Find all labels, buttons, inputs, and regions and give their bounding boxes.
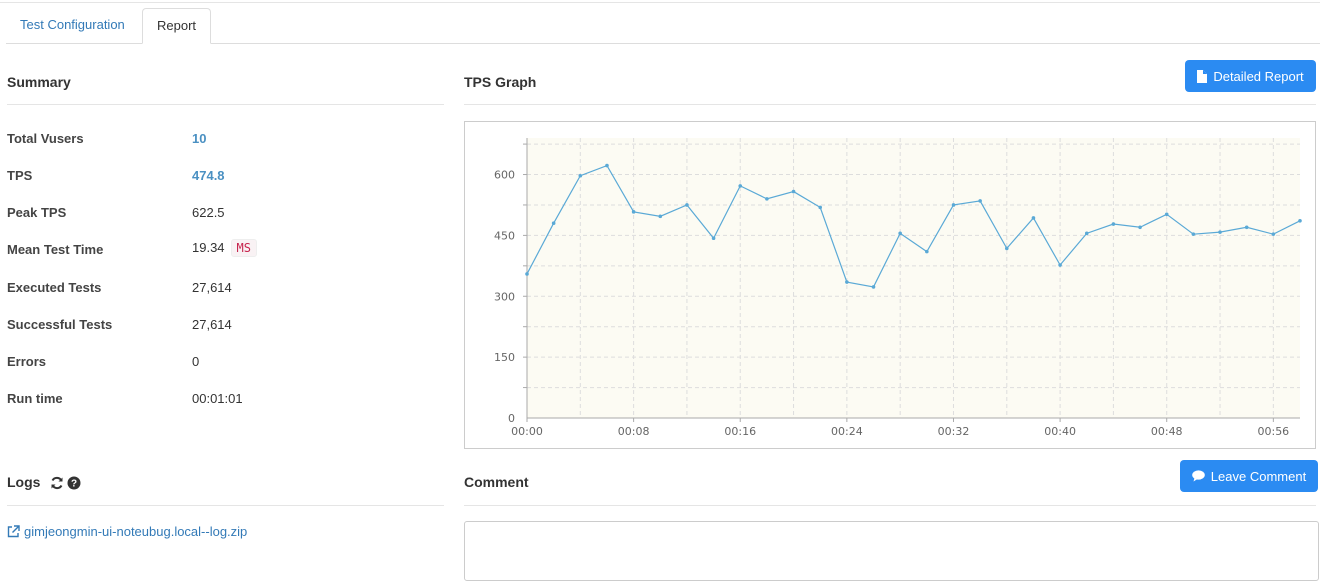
tab-bar: Test Configuration Report [6, 8, 1320, 44]
tps-data-point [1031, 216, 1036, 220]
x-tick-label: 00:32 [938, 425, 970, 438]
tps-chart: 0 150 300 450 600 00:00 00:08 00:16 00:24 00:32 00… [494, 138, 1302, 438]
tps-data-point [605, 163, 609, 168]
external-link-icon [7, 525, 20, 538]
tps-data-point [925, 249, 929, 254]
peak-tps-label: Peak TPS [7, 205, 67, 220]
detailed-report-button[interactable]: Detailed Report [1185, 60, 1316, 92]
mean-test-time-value: 19.34 MS [192, 239, 257, 257]
detailed-report-label: Detailed Report [1213, 68, 1304, 84]
executed-tests-label: Executed Tests [7, 280, 102, 295]
total-vusers-value: 10 [192, 131, 207, 146]
tps-data-point [1191, 232, 1196, 236]
logs-title: Logs [7, 474, 41, 490]
x-tick-label: 00:16 [724, 425, 756, 438]
tps-data-point [765, 197, 769, 201]
tps-data-point [951, 203, 956, 207]
tps-value: 474.8 [192, 168, 225, 183]
tps-data-point [525, 272, 529, 276]
run-time-value: 00:01:01 [192, 391, 243, 406]
mean-test-time-number: 19.34 [192, 240, 225, 255]
plot-area [527, 138, 1300, 418]
tps-data-point [1111, 222, 1116, 226]
tps-graph-divider [464, 104, 1316, 105]
tab-report[interactable]: Report [142, 8, 212, 44]
tab-test-configuration[interactable]: Test Configuration [6, 8, 139, 42]
tps-data-point [1004, 246, 1009, 251]
tps-graph-title: TPS Graph [464, 74, 537, 90]
comment-divider [464, 505, 1316, 506]
ms-unit-badge: MS [230, 239, 257, 257]
tps-data-point [791, 189, 796, 194]
log-file-link[interactable]: gimjeongmin-ui-noteubug.local--log.zip [7, 524, 247, 539]
peak-tps-value: 622.5 [192, 205, 225, 220]
tps-data-point [551, 221, 556, 226]
x-tick-label: 00:48 [1151, 425, 1183, 438]
leave-comment-label: Leave Comment [1210, 468, 1307, 484]
tps-data-point [978, 199, 982, 203]
errors-value: 0 [192, 354, 200, 369]
tps-data-point [818, 205, 823, 210]
svg-text:?: ? [71, 479, 77, 490]
tps-data-point [1164, 212, 1169, 217]
summary-divider [7, 104, 444, 105]
tps-label: TPS [7, 168, 33, 183]
tps-data-point [631, 210, 636, 214]
tps-data-point [1138, 225, 1142, 230]
help-icon[interactable]: ? [67, 476, 81, 490]
mean-test-time-label: Mean Test Time [7, 242, 104, 257]
tps-data-point [711, 236, 716, 241]
tps-data-point [685, 203, 689, 207]
refresh-icon[interactable] [50, 476, 64, 490]
comment-textarea[interactable] [464, 521, 1319, 581]
errors-label: Errors [7, 354, 47, 369]
y-tick-label: 150 [494, 351, 515, 364]
executed-tests-value: 27,614 [192, 280, 232, 295]
x-tick-label: 00:40 [1044, 425, 1076, 438]
x-tick-label: 00:56 [1257, 425, 1289, 438]
tps-data-point [1058, 263, 1062, 267]
tps-data-point [1244, 225, 1249, 230]
y-tick-label: 450 [494, 229, 515, 242]
tps-data-point [871, 285, 876, 289]
log-file-name: gimjeongmin-ui-noteubug.local--log.zip [24, 524, 248, 539]
total-vusers-label: Total Vusers [7, 131, 84, 146]
logs-divider [7, 505, 444, 506]
tps-data-point [1218, 230, 1222, 234]
x-tick-label: 00:00 [511, 425, 543, 438]
successful-tests-label: Successful Tests [7, 317, 113, 332]
successful-tests-value: 27,614 [192, 317, 232, 332]
comment-title: Comment [464, 474, 529, 490]
x-tick-label: 00:24 [831, 425, 863, 438]
tps-data-point [1298, 218, 1302, 223]
run-time-label: Run time [7, 391, 63, 406]
tps-graph-panel: 0 150 300 450 600 00:00 00:08 00:16 00:24 00:32 00… [464, 121, 1316, 449]
y-tick-label: 0 [508, 412, 515, 425]
y-tick-label: 300 [494, 290, 515, 303]
tps-data-point [738, 184, 743, 188]
x-tick-label: 00:08 [618, 425, 650, 438]
leave-comment-button[interactable]: Leave Comment [1180, 460, 1318, 492]
top-divider [0, 2, 1320, 3]
tps-data-point [1084, 231, 1089, 236]
tps-data-point [578, 173, 583, 178]
tps-data-point [845, 280, 849, 284]
comment-icon [1191, 470, 1205, 482]
tps-data-point [898, 231, 902, 236]
tps-data-point [658, 214, 663, 219]
file-icon [1197, 69, 1208, 83]
y-tick-label: 600 [494, 169, 515, 182]
tps-data-point [1271, 232, 1276, 236]
logs-title-row: Logs ? [7, 474, 81, 490]
summary-title: Summary [7, 74, 71, 90]
